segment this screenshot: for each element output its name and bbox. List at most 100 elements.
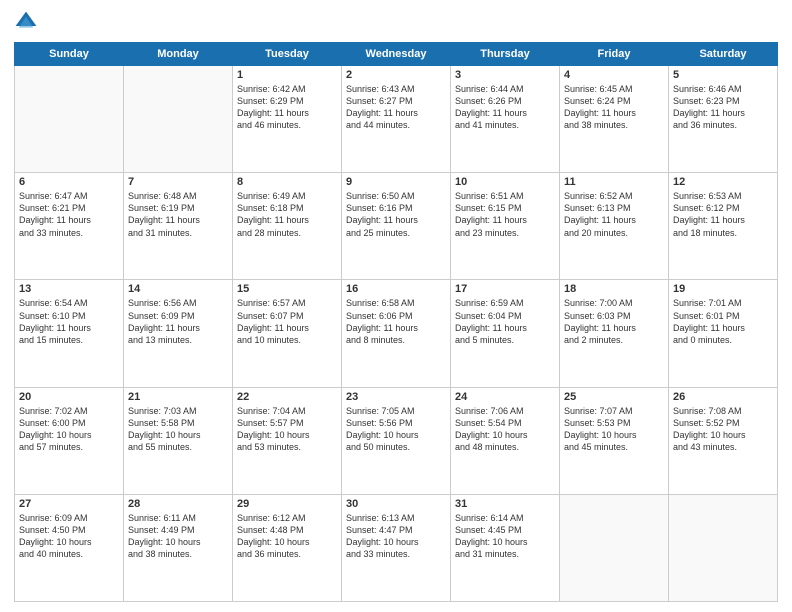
cell-info: Sunrise: 7:00 AM Sunset: 6:03 PM Dayligh… (564, 297, 664, 346)
calendar-cell: 30 Sunrise: 6:13 AM Sunset: 4:47 PM Dayli… (342, 494, 451, 601)
calendar-cell: 8 Sunrise: 6:49 AM Sunset: 6:18 PM Daylig… (233, 173, 342, 280)
day-number: 16 (346, 283, 446, 295)
calendar-cell: 29 Sunrise: 6:12 AM Sunset: 4:48 PM Dayli… (233, 494, 342, 601)
cell-info: Sunrise: 6:49 AM Sunset: 6:18 PM Dayligh… (237, 190, 337, 239)
weekday-header-friday: Friday (560, 43, 669, 66)
calendar-cell: 4 Sunrise: 6:45 AM Sunset: 6:24 PM Daylig… (560, 66, 669, 173)
day-number: 20 (19, 391, 119, 403)
weekday-header-tuesday: Tuesday (233, 43, 342, 66)
day-number: 12 (673, 176, 773, 188)
cell-info: Sunrise: 6:46 AM Sunset: 6:23 PM Dayligh… (673, 83, 773, 132)
calendar-cell (124, 66, 233, 173)
cell-info: Sunrise: 7:01 AM Sunset: 6:01 PM Dayligh… (673, 297, 773, 346)
cell-info: Sunrise: 6:59 AM Sunset: 6:04 PM Dayligh… (455, 297, 555, 346)
calendar-cell: 3Sunrise: 6:44 AM Sunset: 6:26 PM Daylig… (451, 66, 560, 173)
day-number: 6 (19, 176, 119, 188)
day-number: 18 (564, 283, 664, 295)
cell-info: Sunrise: 6:12 AM Sunset: 4:48 PM Dayligh… (237, 512, 337, 561)
cell-info: Sunrise: 6:13 AM Sunset: 4:47 PM Dayligh… (346, 512, 446, 561)
day-number: 15 (237, 283, 337, 295)
week-row-2: 6 Sunrise: 6:47 AM Sunset: 6:21 PM Daylig… (15, 173, 778, 280)
calendar-cell: 5 Sunrise: 6:46 AM Sunset: 6:23 PM Daylig… (669, 66, 778, 173)
calendar-cell: 22 Sunrise: 7:04 AM Sunset: 5:57 PM Dayli… (233, 387, 342, 494)
cell-info: Sunrise: 7:07 AM Sunset: 5:53 PM Dayligh… (564, 405, 664, 454)
week-row-4: 20Sunrise: 7:02 AM Sunset: 6:00 PM Dayli… (15, 387, 778, 494)
calendar-cell: 9 Sunrise: 6:50 AM Sunset: 6:16 PM Daylig… (342, 173, 451, 280)
cell-info: Sunrise: 6:53 AM Sunset: 6:12 PM Dayligh… (673, 190, 773, 239)
logo (14, 10, 42, 34)
cell-info: Sunrise: 6:58 AM Sunset: 6:06 PM Dayligh… (346, 297, 446, 346)
cell-info: Sunrise: 6:09 AM Sunset: 4:50 PM Dayligh… (19, 512, 119, 561)
calendar-cell: 23Sunrise: 7:05 AM Sunset: 5:56 PM Dayli… (342, 387, 451, 494)
cell-info: Sunrise: 7:05 AM Sunset: 5:56 PM Dayligh… (346, 405, 446, 454)
cell-info: Sunrise: 7:08 AM Sunset: 5:52 PM Dayligh… (673, 405, 773, 454)
calendar-cell: 13Sunrise: 6:54 AM Sunset: 6:10 PM Dayli… (15, 280, 124, 387)
cell-info: Sunrise: 6:50 AM Sunset: 6:16 PM Dayligh… (346, 190, 446, 239)
calendar-table: SundayMondayTuesdayWednesdayThursdayFrid… (14, 42, 778, 602)
day-number: 14 (128, 283, 228, 295)
calendar-cell (560, 494, 669, 601)
day-number: 2 (346, 69, 446, 81)
day-number: 8 (237, 176, 337, 188)
weekday-header-monday: Monday (124, 43, 233, 66)
day-number: 4 (564, 69, 664, 81)
day-number: 30 (346, 498, 446, 510)
calendar-cell: 20Sunrise: 7:02 AM Sunset: 6:00 PM Dayli… (15, 387, 124, 494)
day-number: 1 (237, 69, 337, 81)
calendar-cell: 10Sunrise: 6:51 AM Sunset: 6:15 PM Dayli… (451, 173, 560, 280)
day-number: 9 (346, 176, 446, 188)
weekday-header-sunday: Sunday (15, 43, 124, 66)
day-number: 25 (564, 391, 664, 403)
day-number: 24 (455, 391, 555, 403)
cell-info: Sunrise: 6:47 AM Sunset: 6:21 PM Dayligh… (19, 190, 119, 239)
day-number: 31 (455, 498, 555, 510)
cell-info: Sunrise: 6:56 AM Sunset: 6:09 PM Dayligh… (128, 297, 228, 346)
day-number: 3 (455, 69, 555, 81)
calendar-cell: 24 Sunrise: 7:06 AM Sunset: 5:54 PM Dayli… (451, 387, 560, 494)
calendar-cell: 1 Sunrise: 6:42 AM Sunset: 6:29 PM Daylig… (233, 66, 342, 173)
page: SundayMondayTuesdayWednesdayThursdayFrid… (0, 0, 792, 612)
day-number: 10 (455, 176, 555, 188)
calendar-cell: 28 Sunrise: 6:11 AM Sunset: 4:49 PM Dayli… (124, 494, 233, 601)
weekday-header-row: SundayMondayTuesdayWednesdayThursdayFrid… (15, 43, 778, 66)
calendar-cell (15, 66, 124, 173)
calendar-cell: 26 Sunrise: 7:08 AM Sunset: 5:52 PM Dayli… (669, 387, 778, 494)
day-number: 27 (19, 498, 119, 510)
week-row-5: 27 Sunrise: 6:09 AM Sunset: 4:50 PM Dayli… (15, 494, 778, 601)
day-number: 22 (237, 391, 337, 403)
calendar-cell: 18 Sunrise: 7:00 AM Sunset: 6:03 PM Dayli… (560, 280, 669, 387)
cell-info: Sunrise: 6:42 AM Sunset: 6:29 PM Dayligh… (237, 83, 337, 132)
header (14, 10, 778, 34)
calendar-cell: 15Sunrise: 6:57 AM Sunset: 6:07 PM Dayli… (233, 280, 342, 387)
cell-info: Sunrise: 6:43 AM Sunset: 6:27 PM Dayligh… (346, 83, 446, 132)
day-number: 17 (455, 283, 555, 295)
day-number: 5 (673, 69, 773, 81)
cell-info: Sunrise: 7:03 AM Sunset: 5:58 PM Dayligh… (128, 405, 228, 454)
logo-icon (14, 10, 38, 34)
day-number: 29 (237, 498, 337, 510)
calendar-cell: 16 Sunrise: 6:58 AM Sunset: 6:06 PM Dayli… (342, 280, 451, 387)
calendar-cell (669, 494, 778, 601)
calendar-cell: 6 Sunrise: 6:47 AM Sunset: 6:21 PM Daylig… (15, 173, 124, 280)
calendar-cell: 31Sunrise: 6:14 AM Sunset: 4:45 PM Dayli… (451, 494, 560, 601)
calendar-cell: 27 Sunrise: 6:09 AM Sunset: 4:50 PM Dayli… (15, 494, 124, 601)
calendar-cell: 11 Sunrise: 6:52 AM Sunset: 6:13 PM Dayli… (560, 173, 669, 280)
weekday-header-thursday: Thursday (451, 43, 560, 66)
calendar-cell: 25 Sunrise: 7:07 AM Sunset: 5:53 PM Dayli… (560, 387, 669, 494)
weekday-header-wednesday: Wednesday (342, 43, 451, 66)
day-number: 11 (564, 176, 664, 188)
week-row-1: 1 Sunrise: 6:42 AM Sunset: 6:29 PM Daylig… (15, 66, 778, 173)
calendar-cell: 14 Sunrise: 6:56 AM Sunset: 6:09 PM Dayli… (124, 280, 233, 387)
cell-info: Sunrise: 6:45 AM Sunset: 6:24 PM Dayligh… (564, 83, 664, 132)
cell-info: Sunrise: 6:11 AM Sunset: 4:49 PM Dayligh… (128, 512, 228, 561)
cell-info: Sunrise: 7:04 AM Sunset: 5:57 PM Dayligh… (237, 405, 337, 454)
cell-info: Sunrise: 6:52 AM Sunset: 6:13 PM Dayligh… (564, 190, 664, 239)
day-number: 28 (128, 498, 228, 510)
week-row-3: 13Sunrise: 6:54 AM Sunset: 6:10 PM Dayli… (15, 280, 778, 387)
cell-info: Sunrise: 7:06 AM Sunset: 5:54 PM Dayligh… (455, 405, 555, 454)
calendar-cell: 21Sunrise: 7:03 AM Sunset: 5:58 PM Dayli… (124, 387, 233, 494)
cell-info: Sunrise: 6:54 AM Sunset: 6:10 PM Dayligh… (19, 297, 119, 346)
day-number: 7 (128, 176, 228, 188)
day-number: 26 (673, 391, 773, 403)
calendar-cell: 19Sunrise: 7:01 AM Sunset: 6:01 PM Dayli… (669, 280, 778, 387)
